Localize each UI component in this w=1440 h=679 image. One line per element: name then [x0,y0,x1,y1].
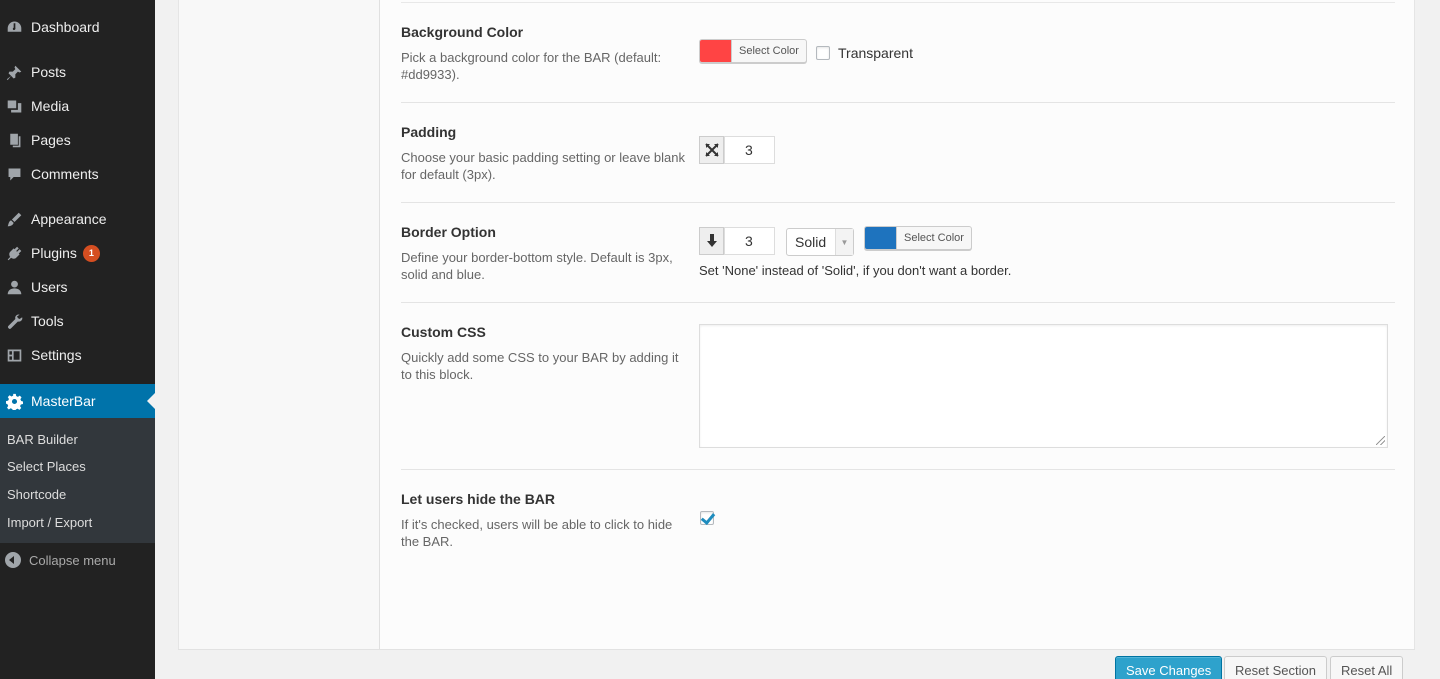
option-title-custom-css: Custom CSS [401,324,486,340]
sidebar-item-pages[interactable]: Pages [0,123,155,157]
sidebar-item-label: Appearance [31,211,107,227]
sidebar-item-label: Tools [31,313,64,329]
resize-handle-icon[interactable] [1376,436,1385,445]
sidebar-item-label: Pages [31,132,71,148]
user-icon [4,277,24,297]
submenu-item-bar-builder[interactable]: BAR Builder [7,432,78,447]
sidebar-item-plugins[interactable]: Plugins 1 [0,236,155,270]
option-title-padding: Padding [401,124,457,140]
border-style-select[interactable]: Solid ▼ [786,228,854,256]
collapse-menu-label: Collapse menu [29,552,116,568]
divider [401,2,1395,3]
collapse-menu-button[interactable]: Collapse menu [0,548,155,572]
border-color-swatch [865,227,897,249]
sidebar-item-label: Users [31,279,68,295]
border-color-picker-button[interactable]: Select Color [864,226,972,250]
sidebar-item-users[interactable]: Users [0,270,155,304]
sidebar-item-posts[interactable]: Posts [0,55,155,89]
border-hint: Set 'None' instead of 'Solid', if you do… [699,263,1012,278]
option-desc-custom-css: Quickly add some CSS to your BAR by addi… [401,350,679,382]
background-color-picker-button[interactable]: Select Color [699,39,807,63]
brush-icon [4,209,24,229]
divider [401,102,1395,103]
border-width-input[interactable]: 3 [724,227,775,255]
wrench-icon [4,311,24,331]
divider [401,302,1395,303]
background-color-swatch [700,40,732,62]
sidebar-item-media[interactable]: Media [0,89,155,123]
border-style-value: Solid [795,234,827,250]
hide-bar-checkbox[interactable] [700,511,714,525]
option-title-border: Border Option [401,224,496,240]
select-color-label: Select Color [904,232,964,244]
media-icon [4,96,24,116]
gear-icon [4,391,24,411]
divider [401,469,1395,470]
sidebar-item-dashboard[interactable]: Dashboard [0,10,155,44]
pages-icon [4,130,24,150]
sidebar-item-label: Plugins [31,245,77,261]
option-title-background-color: Background Color [401,24,524,40]
section-nav [179,0,380,649]
reset-section-button[interactable]: Reset Section [1224,656,1327,679]
masterbar-submenu: BAR Builder Select Places Shortcode Impo… [0,418,155,543]
sidebar-item-settings[interactable]: Settings [0,338,155,372]
sidebar-item-appearance[interactable]: Appearance [0,202,155,236]
sidebar-item-masterbar[interactable]: MasterBar [0,384,155,418]
option-desc-background-color: Pick a background color for the BAR (def… [401,50,662,82]
sidebar-item-label: Media [31,98,70,114]
transparent-checkbox[interactable] [816,46,830,60]
arrow-down-icon [699,227,724,255]
comment-icon [4,164,24,184]
reset-all-button[interactable]: Reset All [1330,656,1404,679]
padding-input[interactable]: 3 [724,136,775,164]
chevron-down-icon: ▼ [835,229,853,255]
submenu-item-import-export[interactable]: Import / Export [7,515,92,530]
dashboard-icon [4,17,24,37]
sidebar-item-label: MasterBar [31,393,96,409]
submenu-item-select-places[interactable]: Select Places [7,459,86,474]
plugin-icon [4,243,24,263]
divider [401,202,1395,203]
save-changes-button[interactable]: Save Changes [1115,656,1223,679]
sidebar-item-tools[interactable]: Tools [0,304,155,338]
admin-sidebar: Dashboard Posts Media Pages Comments App… [0,0,155,679]
sidebar-item-comments[interactable]: Comments [0,157,155,191]
select-color-label: Select Color [739,45,799,57]
option-desc-hide-bar: If it's checked, users will be able to c… [401,517,673,549]
option-title-hide-bar: Let users hide the BAR [401,491,556,507]
custom-css-textarea[interactable] [699,324,1388,448]
option-desc-padding: Choose your basic padding setting or lea… [401,150,686,182]
options-panel: Background Color Pick a background color… [178,0,1415,679]
collapse-arrow-icon [5,552,21,568]
arrows-expand-icon [699,136,724,164]
submenu-item-shortcode[interactable]: Shortcode [7,487,66,502]
sidebar-item-label: Posts [31,64,67,80]
settings-icon [4,345,24,365]
pin-icon [4,62,24,82]
update-count-badge: 1 [82,244,100,262]
sidebar-item-label: Comments [31,166,99,182]
sidebar-item-label: Settings [31,347,82,363]
sidebar-item-label: Dashboard [31,19,100,35]
option-desc-border: Define your border-bottom style. Default… [401,250,673,282]
transparent-label: Transparent [838,45,913,61]
